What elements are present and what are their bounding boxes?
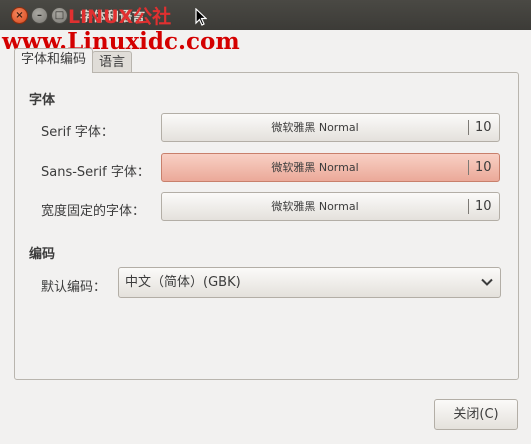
chevron-down-icon	[481, 278, 493, 286]
tab-language[interactable]: 语言	[92, 51, 133, 74]
watermark-logo: LINUX公社	[68, 6, 172, 28]
fonts-heading: 字体	[29, 93, 56, 108]
monospace-font-name: 微软雅黑 Normal	[271, 200, 359, 213]
default-encoding-label: 默认编码：	[41, 280, 107, 295]
monospace-font-size: 10	[475, 199, 492, 214]
tab-fonts-encoding[interactable]: 字体和编码	[14, 48, 94, 73]
title-bar: × – □ 字体和语言 LINUX公社	[0, 0, 531, 30]
mouse-cursor-icon	[195, 8, 207, 26]
close-button[interactable]: 关闭(C)	[434, 399, 518, 430]
encoding-heading: 编码	[29, 247, 56, 262]
sans-serif-font-size: 10	[475, 160, 492, 175]
default-encoding-value: 中文（简体）(GBK)	[125, 275, 241, 290]
serif-font-button[interactable]: 微软雅黑 Normal 10	[161, 113, 500, 142]
serif-font-label: Serif 字体：	[41, 125, 114, 140]
window-maximize-button[interactable]: □	[51, 7, 68, 24]
separator	[468, 199, 469, 214]
sans-serif-font-name: 微软雅黑 Normal	[271, 161, 359, 174]
monospace-font-label: 宽度固定的字体：	[41, 204, 146, 219]
sans-serif-font-label: Sans-Serif 字体：	[41, 165, 150, 180]
separator	[468, 120, 469, 135]
window-close-button[interactable]: ×	[11, 7, 28, 24]
default-encoding-select[interactable]: 中文（简体）(GBK)	[118, 267, 501, 298]
monospace-font-button[interactable]: 微软雅黑 Normal 10	[161, 192, 500, 221]
serif-font-size: 10	[475, 120, 492, 135]
window-minimize-button[interactable]: –	[31, 7, 48, 24]
serif-font-name: 微软雅黑 Normal	[271, 121, 359, 134]
separator	[468, 160, 469, 175]
sans-serif-font-button[interactable]: 微软雅黑 Normal 10	[161, 153, 500, 182]
